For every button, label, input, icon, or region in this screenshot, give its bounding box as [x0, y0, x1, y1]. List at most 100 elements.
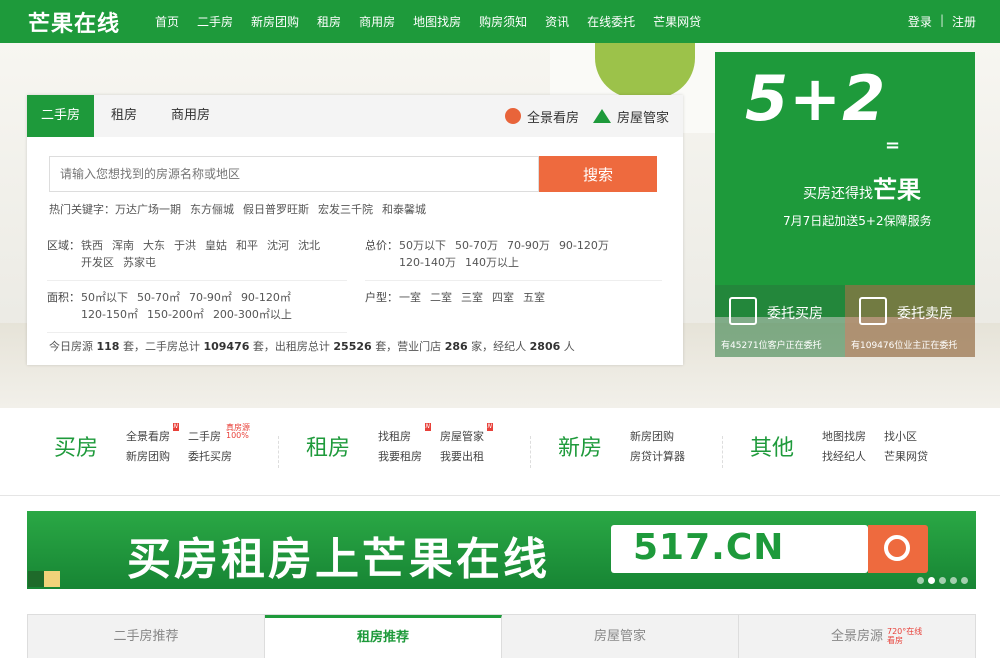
filter-option[interactable]: 皇姑: [205, 237, 227, 254]
filter-option[interactable]: 四室: [492, 289, 514, 324]
stat-stores: 286: [444, 340, 468, 353]
stat-secondhand: 109476: [203, 340, 250, 353]
quick-link[interactable]: 找经纪人: [822, 448, 866, 464]
carousel-dot[interactable]: [928, 577, 935, 584]
filter-option[interactable]: 于洪: [174, 237, 196, 254]
filter-option[interactable]: 开发区: [81, 254, 114, 271]
carousel-dot[interactable]: [950, 577, 957, 584]
quick-link[interactable]: 新房团购: [126, 448, 170, 464]
main-nav: 首页 二手房 新房团购 租房 商用房 地图找房 购房须知 资讯 在线委托 芒果网…: [146, 13, 710, 30]
nav-buying-guide[interactable]: 购房须知: [470, 13, 536, 30]
search-bar: 搜索: [49, 156, 657, 192]
filter-option[interactable]: 140万以上: [465, 254, 519, 271]
entrust-sell-button[interactable]: 委托卖房 有109476位业主正在委托: [845, 285, 975, 357]
quick-link[interactable]: 找租房 N: [378, 423, 431, 444]
search-button[interactable]: 搜索: [539, 156, 657, 192]
listing-stats: 今日房源 118 套，二手房总计 109476 套，出租房总计 25526 套，…: [49, 340, 575, 353]
carousel-dot[interactable]: [939, 577, 946, 584]
filter-option[interactable]: 沈北: [298, 237, 320, 254]
entrust-buy-button[interactable]: 委托买房 有45271位客户正在委托: [715, 285, 845, 357]
filter-option[interactable]: 90-120㎡: [241, 289, 291, 306]
quick-link[interactable]: 房屋管家 N: [440, 423, 493, 444]
quick-link[interactable]: 我要出租: [440, 448, 484, 464]
filter-option[interactable]: 五室: [523, 289, 545, 324]
filter-option[interactable]: 三室: [461, 289, 483, 324]
banner-thumb[interactable]: [44, 571, 60, 587]
filter-option[interactable]: 50-70万: [455, 237, 498, 254]
quick-title: 其他: [750, 436, 795, 461]
house-icon: [592, 109, 611, 123]
filter-option[interactable]: 和平: [236, 237, 258, 254]
tab-rent[interactable]: 租房: [94, 95, 154, 137]
house-manager-link[interactable]: 房屋管家: [592, 107, 669, 126]
filter-option[interactable]: 苏家屯: [123, 254, 156, 271]
quick-link[interactable]: 我要租房: [378, 448, 422, 464]
tab-secondhand-recommend[interactable]: 二手房推荐: [28, 615, 265, 658]
hot-keyword[interactable]: 假日普罗旺斯: [243, 201, 309, 217]
login-link[interactable]: 登录: [908, 13, 932, 30]
quick-link[interactable]: 地图找房: [822, 428, 866, 444]
hot-keyword[interactable]: 万达广场一期: [115, 203, 181, 216]
tab-secondhand[interactable]: 二手房: [27, 95, 95, 137]
quick-link[interactable]: 找小区: [884, 428, 928, 444]
tab-rent-recommend[interactable]: 租房推荐: [265, 615, 502, 658]
new-badge: N: [172, 423, 179, 431]
panorama-720-icon: [504, 108, 521, 124]
entrust-buy-count: 有45271位客户正在委托: [721, 341, 822, 351]
filter-option[interactable]: 120-140万: [399, 254, 456, 271]
auth-links: 登录 | 注册: [908, 13, 976, 30]
nav-home[interactable]: 首页: [146, 13, 188, 30]
search-icon[interactable]: [868, 525, 928, 573]
panorama-link[interactable]: 全景看房: [504, 107, 579, 126]
filter-option[interactable]: 浑南: [112, 237, 134, 254]
filter-option[interactable]: 50万以下: [399, 237, 446, 254]
filter-option[interactable]: 大东: [143, 237, 165, 254]
quick-link[interactable]: 委托买房: [188, 448, 232, 464]
banner-thumb[interactable]: [28, 571, 44, 587]
filter-option[interactable]: 一室: [399, 289, 421, 324]
nav-loans[interactable]: 芒果网贷: [644, 13, 710, 30]
filter-option[interactable]: 50-70㎡: [137, 289, 180, 306]
quick-link[interactable]: 房贷计算器: [630, 448, 685, 464]
quick-link[interactable]: 新房团购: [630, 428, 685, 444]
register-link[interactable]: 注册: [952, 13, 976, 30]
filter-option[interactable]: 二室: [430, 289, 452, 324]
filter-option[interactable]: 200-300㎡以上: [213, 306, 292, 323]
hot-keyword[interactable]: 东方俪城: [190, 201, 234, 217]
tab-commercial[interactable]: 商用房: [154, 95, 227, 137]
hot-keyword[interactable]: 和泰馨城: [382, 201, 426, 217]
filter-option[interactable]: 150-200㎡: [147, 306, 204, 323]
nav-map-search[interactable]: 地图找房: [404, 13, 470, 30]
carousel-dots: [917, 577, 968, 584]
tab-panorama-listings[interactable]: 全景房源 720°在线看房: [739, 615, 975, 658]
carousel-dot[interactable]: [961, 577, 968, 584]
nav-rent[interactable]: 租房: [308, 13, 350, 30]
search-tabs: 二手房 租房 商用房 全景看房 房屋管家: [27, 95, 683, 137]
filter-option[interactable]: 120-150㎡: [81, 306, 138, 323]
quick-link[interactable]: 二手房 真房源100%: [188, 424, 250, 444]
entrust-sell-count: 有109476位业主正在委托: [851, 341, 958, 351]
quick-link[interactable]: 芒果网贷: [884, 448, 928, 464]
filter-option[interactable]: 沈河: [267, 237, 289, 254]
carousel-dot[interactable]: [917, 577, 924, 584]
ad-banner[interactable]: 买房租房上芒果在线 517.CN: [27, 511, 976, 589]
nav-online-entrust[interactable]: 在线委托: [578, 13, 644, 30]
hot-keyword[interactable]: 宏发三千院: [318, 201, 373, 217]
promo-card[interactable]: 5+2 = 买房还得找芒果 7月7日起加送5+2保障服务: [715, 52, 975, 317]
nav-news[interactable]: 资讯: [536, 13, 578, 30]
nav-secondhand[interactable]: 二手房: [188, 13, 242, 30]
search-tab-links: 全景看房 房屋管家: [504, 95, 669, 137]
search-input[interactable]: [49, 156, 539, 192]
site-logo[interactable]: 芒果在线: [28, 6, 138, 38]
filter-option[interactable]: 70-90㎡: [189, 289, 232, 306]
filter-option[interactable]: 70-90万: [507, 237, 550, 254]
nav-newhouse-group[interactable]: 新房团购: [242, 13, 308, 30]
filter-option[interactable]: 铁西: [81, 237, 103, 254]
promo-slogan: 买房还得找芒果: [803, 176, 921, 204]
filter-option[interactable]: 50㎡以下: [81, 289, 128, 306]
tab-house-manager[interactable]: 房屋管家: [502, 615, 739, 658]
quick-links: 买房 全景看房 N 二手房 真房源100% 新房团购 委托买房 租房 找租房 N 房屋…: [0, 408, 1000, 496]
nav-commercial[interactable]: 商用房: [350, 13, 404, 30]
quick-link[interactable]: 全景看房 N: [126, 423, 179, 444]
filter-option[interactable]: 90-120万: [559, 237, 609, 254]
